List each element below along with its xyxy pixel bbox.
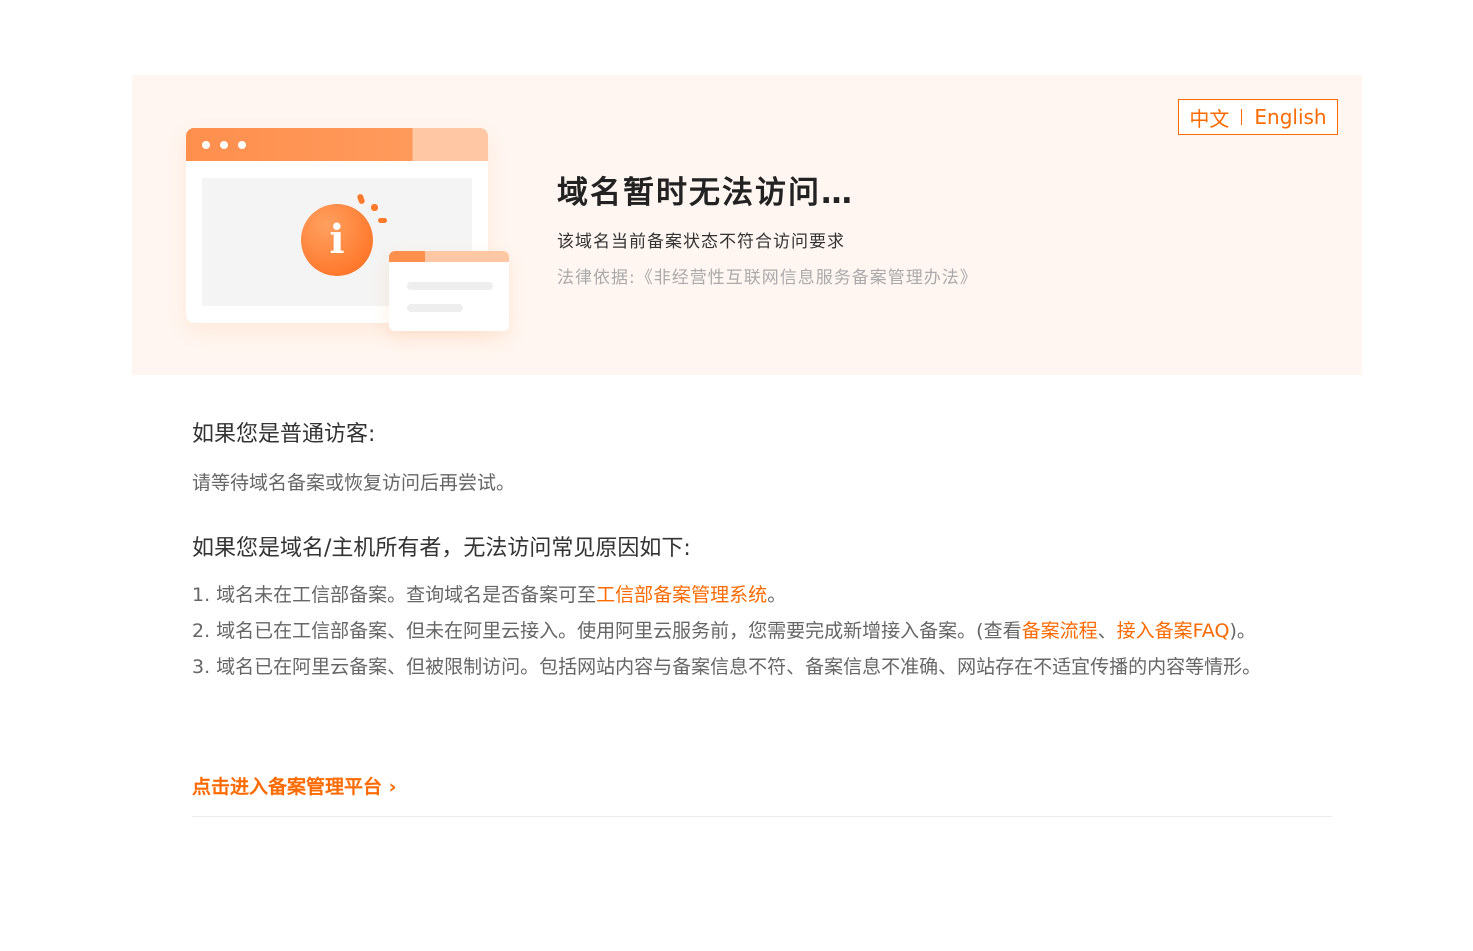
lang-zh-link[interactable]: 中文 [1189,103,1229,132]
window-dot-icon [220,141,228,149]
reason-item-1: 1. 域名未在工信部备案。查询域名是否备案可至工信部备案管理系统。 [192,577,1332,613]
browser-titlebar-graphic [186,128,488,161]
popup-line-graphic [407,304,463,312]
visitor-heading: 如果您是普通访客: [192,422,376,447]
lang-separator [1241,109,1243,125]
reason-2-sep: 、 [1097,620,1117,642]
reason-1-text: 1. 域名未在工信部备案。查询域名是否备案可至 [192,584,597,606]
chevron-right-icon: › [388,776,397,798]
reason-1-end: 。 [767,584,787,606]
miit-system-link[interactable]: 工信部备案管理系统 [596,584,767,606]
info-browser-illustration: i [186,128,516,338]
filing-process-link[interactable]: 备案流程 [1022,620,1098,642]
popup-titlebar-graphic [389,251,509,262]
window-dot-icon [202,141,210,149]
popup-line-graphic [407,282,493,290]
window-dot-icon [238,141,246,149]
filing-platform-button[interactable]: 点击进入备案管理平台 › [192,772,396,799]
filing-faq-link[interactable]: 接入备案FAQ [1117,620,1230,642]
visitor-text: 请等待域名备案或恢复访问后再尝试。 [192,472,516,494]
owner-heading: 如果您是域名/主机所有者，无法访问常见原因如下: [192,536,691,561]
page-title: 域名暂时无法访问… [557,175,854,211]
page-subtitle: 该域名当前备案状态不符合访问要求 [557,232,845,252]
reason-2-text: 2. 域名已在工信部备案、但未在阿里云接入。使用阿里云服务前，您需要完成新增接入… [192,620,1022,642]
language-switch: 中文 English [1178,99,1338,135]
lang-en-link[interactable]: English [1254,105,1326,129]
legal-basis-text: 法律依据:《非经营性互联网信息服务备案管理办法》 [557,268,978,288]
reason-item-2: 2. 域名已在工信部备案、但未在阿里云接入。使用阿里云服务前，您需要完成新增接入… [192,613,1332,649]
cta-label: 点击进入备案管理平台 [192,776,383,798]
spark-icon [378,218,387,223]
spark-icon [371,204,378,211]
divider [192,816,1332,817]
popup-window-graphic [389,251,509,331]
reason-item-3: 3. 域名已在阿里云备案、但被限制访问。包括网站内容与备案信息不符、备案信息不准… [192,649,1332,685]
reasons-list: 1. 域名未在工信部备案。查询域名是否备案可至工信部备案管理系统。 2. 域名已… [192,577,1332,685]
reason-2-end: )。 [1229,620,1256,642]
reason-3-text: 3. 域名已在阿里云备案、但被限制访问。包括网站内容与备案信息不符、备案信息不准… [192,656,1262,678]
info-icon: i [301,204,373,276]
